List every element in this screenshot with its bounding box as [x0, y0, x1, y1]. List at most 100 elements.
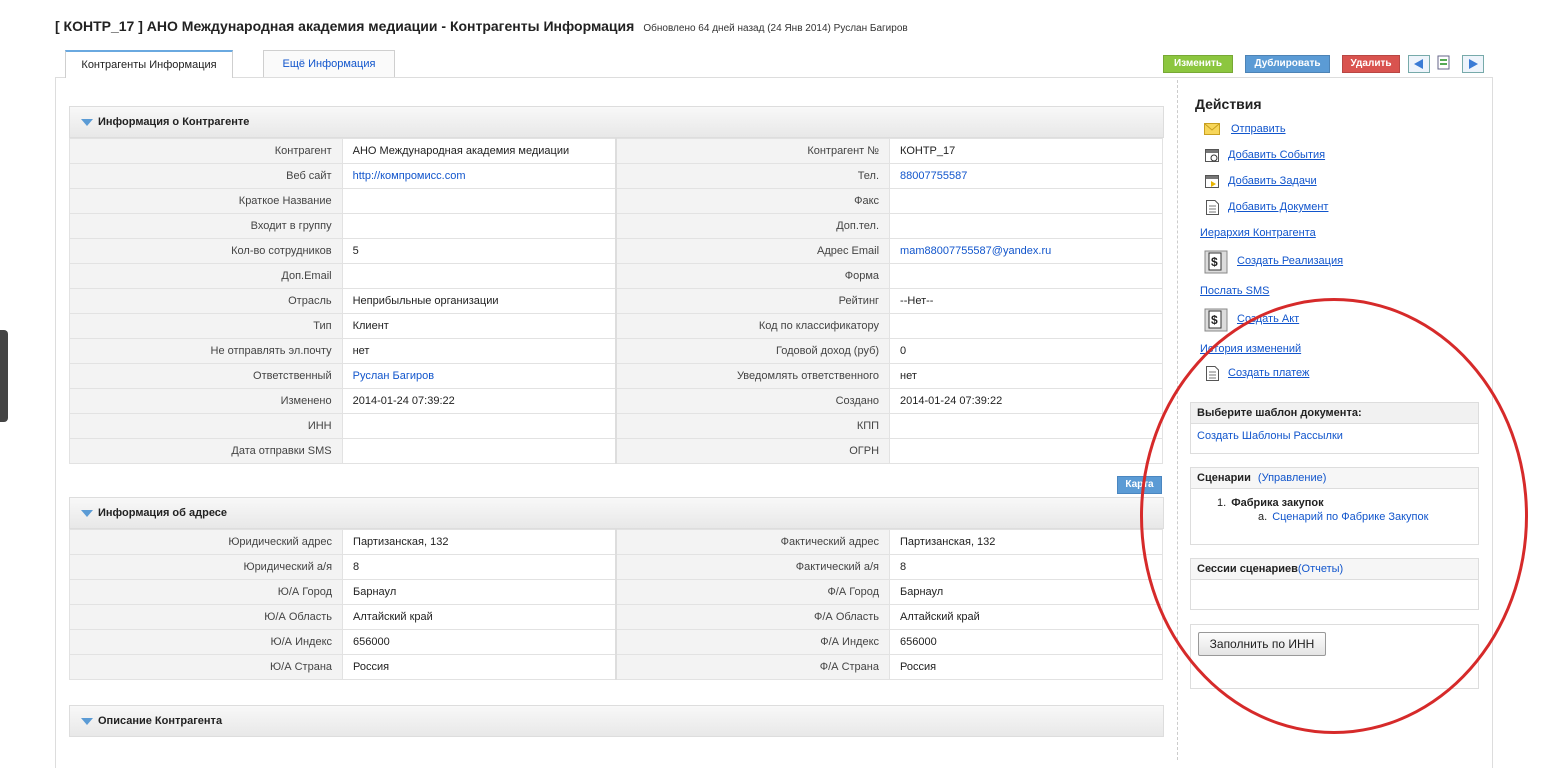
- field-value[interactable]: Клиент: [341, 313, 617, 339]
- field-value[interactable]: http://компромисс.com: [341, 163, 617, 189]
- payment-document-icon: [1206, 366, 1219, 384]
- field-value[interactable]: Россия: [889, 654, 1163, 680]
- edit-button[interactable]: Изменить: [1163, 55, 1233, 73]
- field-value[interactable]: АНО Международная академия медиации: [341, 138, 617, 164]
- create-act-link[interactable]: Создать Акт: [1237, 313, 1299, 325]
- field-value[interactable]: Россия: [342, 654, 617, 680]
- field-value[interactable]: [341, 413, 617, 439]
- svg-text:$: $: [1211, 255, 1218, 269]
- print-icon[interactable]: [1435, 55, 1453, 71]
- field-value[interactable]: нет: [341, 338, 617, 364]
- field-value[interactable]: --Нет--: [889, 288, 1163, 314]
- scenario-subitem-link[interactable]: Сценарий по Фабрике Закупок: [1272, 511, 1428, 523]
- table-row: Веб сайт http://компромисс.com Тел. 8800775…: [69, 163, 1163, 189]
- field-label: Кол-во сотрудников: [69, 238, 343, 264]
- table-row: Доп.Email Форма: [69, 263, 1163, 289]
- map-button[interactable]: Карта: [1117, 476, 1162, 494]
- field-value[interactable]: [889, 313, 1163, 339]
- field-label: Веб сайт: [69, 163, 343, 189]
- field-value[interactable]: 88007755587: [889, 163, 1163, 189]
- field-label: Дата отправки SMS: [69, 438, 343, 464]
- field-value[interactable]: Партизанская, 132: [342, 529, 617, 555]
- field-value[interactable]: 5: [341, 238, 617, 264]
- table-row: Не отправлять эл.почту нет Годовой доход (…: [69, 338, 1163, 364]
- table-row: Тип Клиент Код по классификатору: [69, 313, 1163, 339]
- field-value[interactable]: [341, 263, 617, 289]
- template-panel-title: Выберите шаблон документа:: [1191, 403, 1478, 424]
- invoice-icon: $: [1204, 250, 1228, 277]
- field-label: Ю/А Город: [68, 579, 344, 605]
- field-value[interactable]: [889, 188, 1163, 214]
- add-events-link[interactable]: Добавить События: [1228, 149, 1325, 161]
- field-value[interactable]: Барнаул: [889, 579, 1163, 605]
- field-value[interactable]: 0: [889, 338, 1163, 364]
- send-link[interactable]: Отправить: [1231, 123, 1286, 135]
- field-value[interactable]: Партизанская, 132: [889, 529, 1163, 555]
- field-label: Входит в группу: [69, 213, 343, 239]
- section-header-address[interactable]: Информация об адресе: [69, 497, 1164, 529]
- field-value[interactable]: [341, 213, 617, 239]
- field-value[interactable]: 2014-01-24 07:39:22: [341, 388, 617, 414]
- field-label: Ю/А Область: [68, 604, 344, 630]
- field-value[interactable]: Алтайский край: [889, 604, 1163, 630]
- fill-by-inn-button[interactable]: Заполнить по ИНН: [1198, 632, 1326, 656]
- field-value[interactable]: [889, 413, 1163, 439]
- field-value[interactable]: Алтайский край: [342, 604, 617, 630]
- table-row: Контрагент АНО Международная академия мед…: [69, 138, 1163, 164]
- collapse-triangle-icon[interactable]: [81, 119, 93, 126]
- field-value[interactable]: КОНТР_17: [889, 138, 1163, 164]
- document-template-panel: Выберите шаблон документа: Создать Шабло…: [1190, 402, 1479, 454]
- collapse-triangle-icon[interactable]: [81, 510, 93, 517]
- add-tasks-link[interactable]: Добавить Задачи: [1228, 175, 1317, 187]
- scenario-item[interactable]: Фабрика закупок: [1231, 497, 1323, 509]
- section-header-contractor[interactable]: Информация о Контрагенте: [69, 106, 1164, 138]
- tab-contractor-info[interactable]: Контрагенты Информация: [65, 50, 233, 78]
- next-arrow-icon[interactable]: [1462, 55, 1484, 73]
- field-value[interactable]: 8: [342, 554, 617, 580]
- scenarios-manage-link[interactable]: (Управление): [1258, 472, 1326, 484]
- section-header-description[interactable]: Описание Контрагента: [69, 705, 1164, 737]
- create-sale-link[interactable]: Создать Реализация: [1237, 255, 1343, 267]
- svg-text:$: $: [1211, 313, 1218, 327]
- field-value[interactable]: 8: [889, 554, 1163, 580]
- field-value[interactable]: Барнаул: [342, 579, 617, 605]
- history-link[interactable]: История изменений: [1200, 343, 1301, 355]
- create-mailing-templates-link[interactable]: Создать Шаблоны Рассылки: [1197, 430, 1343, 442]
- field-value[interactable]: [341, 188, 617, 214]
- table-row: Отрасль Неприбыльные организации Рейтинг --…: [69, 288, 1163, 314]
- field-label: Изменено: [69, 388, 343, 414]
- field-value[interactable]: 656000: [889, 629, 1163, 655]
- field-label: Контрагент: [69, 138, 343, 164]
- field-value[interactable]: [889, 438, 1163, 464]
- duplicate-button[interactable]: Дублировать: [1245, 55, 1330, 73]
- sessions-title: Сессии сценариев: [1197, 563, 1298, 575]
- field-value[interactable]: 656000: [342, 629, 617, 655]
- table-row: Ответственный Руслан Багиров Уведомлять от…: [69, 363, 1163, 389]
- field-value[interactable]: Руслан Багиров: [341, 363, 617, 389]
- field-value[interactable]: 2014-01-24 07:39:22: [889, 388, 1163, 414]
- delete-button[interactable]: Удалить: [1342, 55, 1400, 73]
- hierarchy-link[interactable]: Иерархия Контрагента: [1200, 227, 1316, 239]
- field-label: Ю/А Страна: [68, 654, 344, 680]
- field-label: Ф/А Город: [615, 579, 890, 605]
- tab-more-info[interactable]: Ещё Информация: [263, 50, 395, 77]
- send-sms-link[interactable]: Послать SMS: [1200, 285, 1269, 297]
- collapse-triangle-icon[interactable]: [81, 718, 93, 725]
- field-value[interactable]: Неприбыльные организации: [341, 288, 617, 314]
- create-payment-link[interactable]: Создать платеж: [1228, 367, 1309, 379]
- field-label: Краткое Название: [69, 188, 343, 214]
- add-document-link[interactable]: Добавить Документ: [1228, 201, 1328, 213]
- field-value[interactable]: [889, 213, 1163, 239]
- field-label: ИНН: [69, 413, 343, 439]
- side-handle[interactable]: [0, 330, 8, 422]
- field-value[interactable]: нет: [889, 363, 1163, 389]
- field-label: Фактический а/я: [615, 554, 890, 580]
- sessions-reports-link[interactable]: (Отчеты): [1298, 563, 1343, 575]
- field-value[interactable]: [341, 438, 617, 464]
- previous-arrow-icon[interactable]: [1408, 55, 1430, 73]
- field-label: КПП: [615, 413, 891, 439]
- field-value[interactable]: mam88007755587@yandex.ru: [889, 238, 1163, 264]
- table-row: Кол-во сотрудников 5 Адрес Email mam8800775…: [69, 238, 1163, 264]
- field-label: ОГРН: [615, 438, 891, 464]
- field-value[interactable]: [889, 263, 1163, 289]
